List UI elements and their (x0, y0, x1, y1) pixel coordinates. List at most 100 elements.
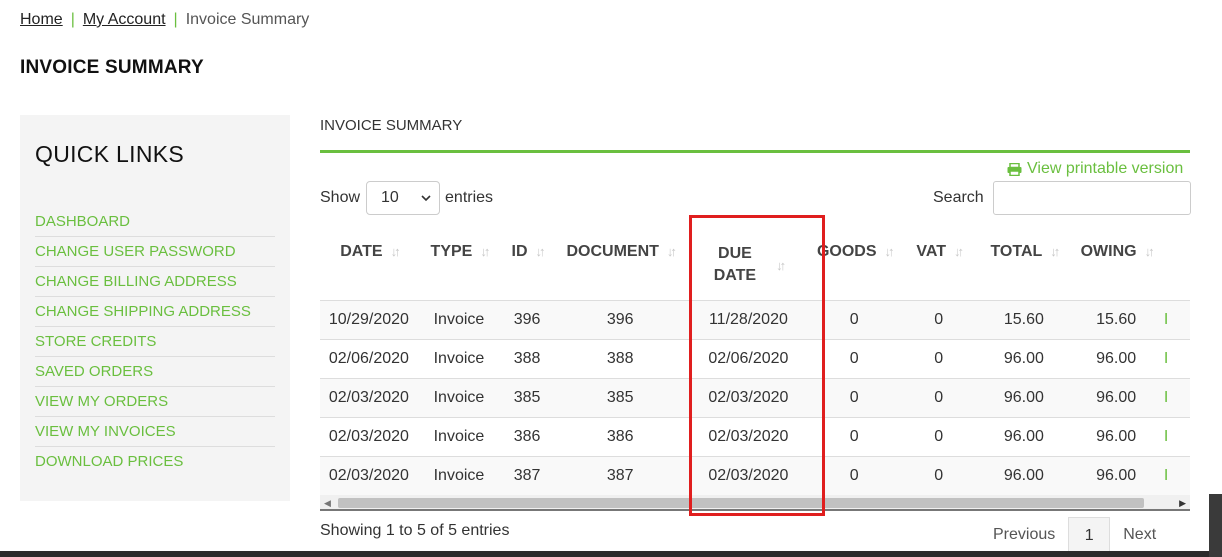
side-tab[interactable] (1209, 494, 1222, 557)
cell-more[interactable]: I (1163, 377, 1190, 417)
previous-button[interactable]: Previous (980, 517, 1068, 553)
cell-document: 388 (553, 338, 687, 378)
cell-document: 396 (553, 299, 687, 339)
cell-owing: 96.00 (1068, 455, 1164, 495)
sort-icon: ↓↑ (1050, 244, 1060, 260)
pagination: Previous 1 Next (980, 517, 1169, 553)
cell-goods: 0 (810, 455, 899, 495)
chevron-down-icon (421, 194, 431, 201)
cell-total: 15.60 (979, 299, 1069, 339)
cell-due: 02/06/2020 (686, 338, 811, 378)
sidebar-item-download-prices[interactable]: DOWNLOAD PRICES (35, 447, 275, 477)
scroll-right-icon[interactable]: ▶ (1179, 498, 1186, 509)
breadcrumb: Home | My Account | Invoice Summary (20, 11, 309, 29)
cell-total: 96.00 (979, 338, 1069, 378)
next-button[interactable]: Next (1110, 517, 1169, 553)
entries-select-value: 10 (381, 189, 399, 206)
bottom-bar (0, 551, 1222, 557)
sort-icon: ↓↑ (884, 244, 895, 260)
cell-date: 10/29/2020 (320, 299, 418, 339)
show-label: Show (320, 189, 361, 206)
quick-links-sidebar: QUICK LINKS DASHBOARD CHANGE USER PASSWO… (20, 115, 290, 501)
search-control: Search (933, 181, 1191, 215)
search-input[interactable] (992, 181, 1191, 215)
table-row[interactable]: 02/03/2020 Invoice 385 385 02/03/2020 0 0 96.00… (320, 377, 1190, 417)
invoice-table-body: 10/29/2020 Invoice 396 396 11/28/2020 0 0 15.60… (320, 299, 1190, 495)
breadcrumb-home-link[interactable]: Home (20, 11, 63, 29)
cell-due: 02/03/2020 (686, 377, 811, 417)
cell-type: Invoice (417, 299, 501, 339)
table-header-row: DATE ↓↑ TYPE ↓↑ ID ↓↑ DOCUMENT ↓↑ DUE DATE ↓↑ … (320, 222, 1190, 300)
cell-owing: 15.60 (1068, 299, 1164, 339)
section-title: INVOICE SUMMARY (320, 117, 463, 134)
cell-goods: 0 (810, 377, 899, 417)
entries-label: entries (445, 189, 494, 206)
column-header-more (1164, 222, 1190, 300)
table-row[interactable]: 02/03/2020 Invoice 387 387 02/03/2020 0 0 96.00… (320, 455, 1190, 495)
page-title: INVOICE SUMMARY (20, 57, 204, 78)
column-header-document[interactable]: DOCUMENT ↓↑ (554, 222, 686, 300)
cell-id: 396 (500, 299, 554, 339)
cell-due: 11/28/2020 (686, 299, 811, 339)
column-header-type[interactable]: TYPE ↓↑ (418, 222, 500, 300)
sidebar-item-dashboard[interactable]: DASHBOARD (35, 207, 275, 237)
quick-links-list: DASHBOARD CHANGE USER PASSWORD CHANGE BI… (35, 207, 275, 477)
cell-vat: 0 (898, 338, 980, 378)
cell-due: 02/03/2020 (686, 455, 811, 495)
breadcrumb-account-link[interactable]: My Account (83, 11, 166, 29)
sidebar-item-change-billing-address[interactable]: CHANGE BILLING ADDRESS (35, 267, 275, 297)
sidebar-item-saved-orders[interactable]: SAVED ORDERS (35, 357, 275, 387)
page-1-button[interactable]: 1 (1068, 517, 1111, 553)
sort-icon: ↓↑ (666, 244, 677, 260)
cell-total: 96.00 (979, 377, 1069, 417)
cell-total: 96.00 (979, 455, 1069, 495)
column-header-total[interactable]: TOTAL ↓↑ (979, 222, 1068, 300)
breadcrumb-separator: | (70, 11, 75, 28)
sort-icon: ↓↑ (535, 244, 546, 260)
cell-goods: 0 (810, 299, 899, 339)
column-header-vat[interactable]: VAT ↓↑ (898, 222, 979, 300)
cell-document: 385 (553, 377, 687, 417)
entries-select[interactable]: 10 (366, 181, 441, 215)
table-row[interactable]: 10/29/2020 Invoice 396 396 11/28/2020 0 0 15.60… (320, 299, 1190, 339)
column-header-due-date[interactable]: DUE DATE ↓↑ (686, 222, 810, 300)
cell-date: 02/03/2020 (320, 377, 418, 417)
sidebar-item-view-my-invoices[interactable]: VIEW MY INVOICES (35, 417, 275, 447)
cell-owing: 96.00 (1068, 377, 1164, 417)
cell-id: 386 (500, 416, 554, 456)
cell-more[interactable]: I (1163, 455, 1190, 495)
invoice-table: DATE ↓↑ TYPE ↓↑ ID ↓↑ DOCUMENT ↓↑ DUE DATE ↓↑ … (320, 222, 1190, 495)
cell-goods: 0 (810, 338, 899, 378)
table-info: Showing 1 to 5 of 5 entries (320, 522, 510, 539)
cell-type: Invoice (417, 338, 501, 378)
cell-vat: 0 (898, 455, 980, 495)
sidebar-item-view-my-orders[interactable]: VIEW MY ORDERS (35, 387, 275, 417)
column-header-goods[interactable]: GOODS ↓↑ (810, 222, 898, 300)
cell-owing: 96.00 (1068, 338, 1164, 378)
sort-icon: ↓↑ (390, 244, 401, 260)
cell-id: 385 (500, 377, 554, 417)
cell-more[interactable]: I (1163, 416, 1190, 456)
cell-total: 96.00 (979, 416, 1069, 456)
cell-type: Invoice (417, 416, 501, 456)
sidebar-item-store-credits[interactable]: STORE CREDITS (35, 327, 275, 357)
scroll-left-icon[interactable]: ◀ (324, 498, 331, 509)
cell-more[interactable]: I (1163, 299, 1190, 339)
cell-date: 02/03/2020 (320, 455, 418, 495)
entries-length-control: Show 10 entries (320, 181, 493, 215)
scrollbar-thumb[interactable] (338, 498, 1144, 508)
column-header-id[interactable]: ID ↓↑ (500, 222, 554, 300)
sidebar-item-change-user-password[interactable]: CHANGE USER PASSWORD (35, 237, 275, 267)
column-header-date[interactable]: DATE ↓↑ (320, 222, 418, 300)
view-printable-link[interactable]: View printable version (1007, 160, 1183, 178)
sidebar-item-change-shipping-address[interactable]: CHANGE SHIPPING ADDRESS (35, 297, 275, 327)
cell-more[interactable]: I (1163, 338, 1190, 378)
table-row[interactable]: 02/03/2020 Invoice 386 386 02/03/2020 0 0 96.00… (320, 416, 1190, 456)
printer-icon (1007, 162, 1022, 176)
horizontal-scrollbar[interactable]: ◀ ▶ (320, 495, 1190, 511)
search-label: Search (933, 189, 984, 206)
breadcrumb-separator: | (173, 11, 178, 28)
cell-type: Invoice (417, 377, 501, 417)
table-row[interactable]: 02/06/2020 Invoice 388 388 02/06/2020 0 0 96.00… (320, 338, 1190, 378)
column-header-owing[interactable]: OWING ↓↑ (1068, 222, 1164, 300)
